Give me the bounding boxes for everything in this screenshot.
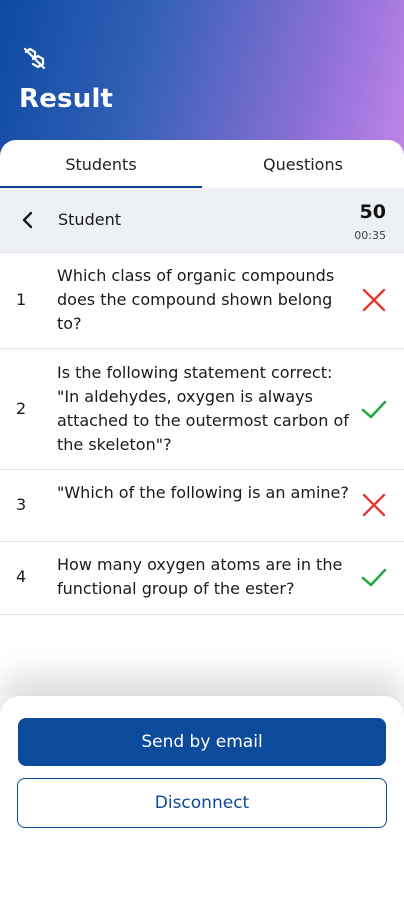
student-name: Student	[58, 210, 121, 229]
page-title: Result	[19, 84, 114, 114]
question-list: 1 Which class of organic compounds does …	[0, 252, 404, 615]
header: Result	[0, 0, 404, 160]
student-time: 00:35	[354, 229, 386, 242]
question-number: 2	[16, 399, 27, 418]
tab-students[interactable]: Students	[0, 140, 202, 188]
chemistry-logo-icon	[23, 47, 46, 70]
tab-questions[interactable]: Questions	[202, 140, 404, 188]
cross-icon	[362, 288, 386, 312]
student-score: 50	[359, 201, 386, 223]
chevron-left-icon[interactable]	[18, 208, 38, 232]
tab-bar: Students Questions	[0, 140, 404, 189]
question-number: 4	[16, 567, 27, 586]
question-row[interactable]: 3 "Which of the following is an amine?	[0, 470, 404, 542]
check-icon	[361, 568, 387, 587]
check-icon	[361, 400, 387, 419]
question-number: 3	[16, 495, 27, 514]
student-header: Student 50 00:35	[0, 188, 404, 253]
send-email-button[interactable]: Send by email	[18, 718, 386, 766]
question-row[interactable]: 1 Which class of organic compounds does …	[0, 252, 404, 349]
action-sheet: Send by email Disconnect	[0, 696, 404, 900]
cross-icon	[362, 493, 386, 517]
question-text: How many oxygen atoms are in the functio…	[57, 555, 343, 598]
question-row[interactable]: 2 Is the following statement correct: "I…	[0, 349, 404, 470]
question-row[interactable]: 4 How many oxygen atoms are in the funct…	[0, 542, 404, 615]
question-text: Which class of organic compounds does th…	[57, 266, 335, 333]
disconnect-button[interactable]: Disconnect	[17, 778, 387, 828]
question-number: 1	[16, 290, 27, 309]
question-text: "Which of the following is an amine?	[57, 483, 349, 502]
question-text: Is the following statement correct: "In …	[57, 363, 349, 454]
